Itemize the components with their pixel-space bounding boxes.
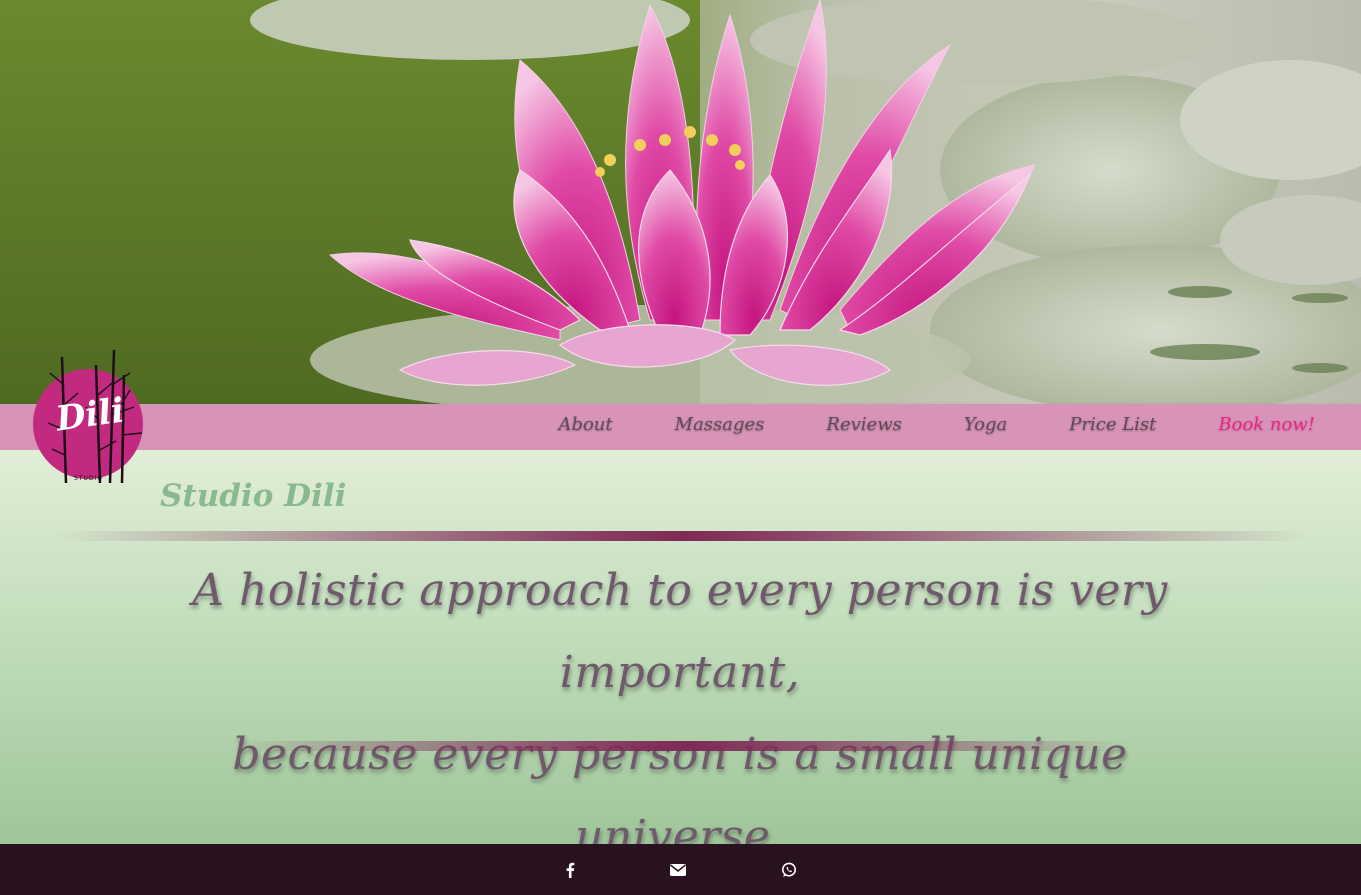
divider-top <box>55 531 1310 541</box>
nav-item-about[interactable]: About <box>558 404 612 450</box>
envelope-icon <box>670 864 686 876</box>
facebook-icon <box>566 862 575 878</box>
hero-image <box>0 0 1361 405</box>
page-title: Studio Dili <box>160 478 347 514</box>
nav-item-book-now[interactable]: Book now! <box>1218 404 1315 450</box>
nav-menu: About Massages Reviews Yoga Price List B… <box>558 404 1361 450</box>
main-content: Studio Dili A holistic approach to every… <box>0 450 1361 862</box>
email-link[interactable] <box>666 858 690 882</box>
studio-logo[interactable]: Dili STUDIO <box>30 345 148 487</box>
nav-item-reviews[interactable]: Reviews <box>826 404 901 450</box>
whatsapp-icon <box>782 862 796 877</box>
nav-item-massages[interactable]: Massages <box>675 404 765 450</box>
divider-bottom <box>235 741 1130 751</box>
nav-item-price-list[interactable]: Price List <box>1069 404 1156 450</box>
footer <box>0 844 1361 895</box>
quote-line-1: A holistic approach to every person is v… <box>192 565 1168 698</box>
facebook-link[interactable] <box>558 858 582 882</box>
logo-subtext: STUDIO <box>74 475 103 482</box>
nav-item-yoga[interactable]: Yoga <box>964 404 1007 450</box>
whatsapp-link[interactable] <box>777 858 801 882</box>
water-lily-illustration <box>0 0 1361 405</box>
main-navbar: About Massages Reviews Yoga Price List B… <box>0 404 1361 450</box>
quote: A holistic approach to every person is v… <box>150 550 1210 878</box>
